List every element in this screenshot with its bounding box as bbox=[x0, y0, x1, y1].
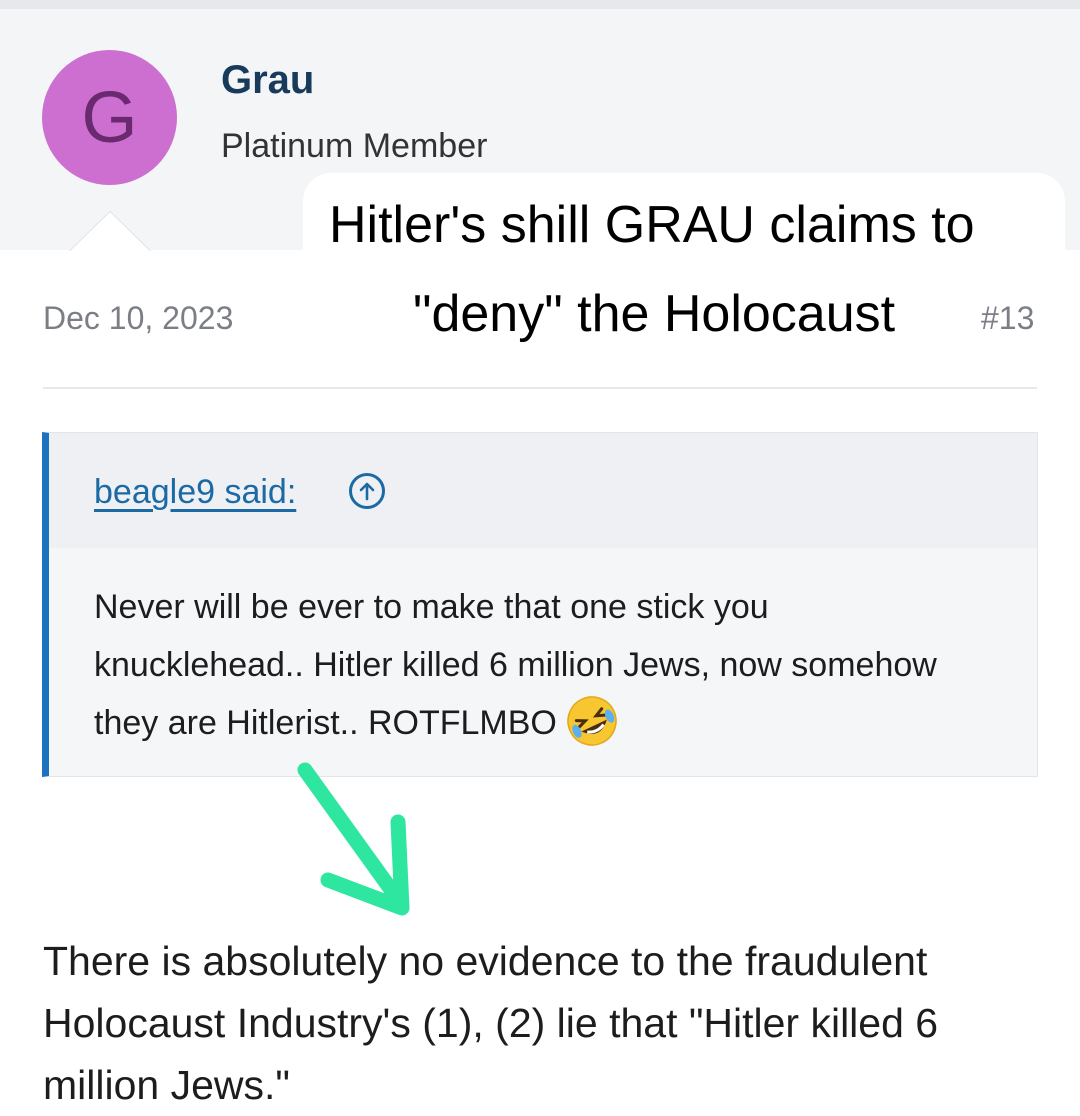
arrow-up-circle-icon[interactable] bbox=[349, 473, 385, 509]
caption-line-2: "deny" the Holocaust bbox=[413, 285, 896, 343]
annotation-caption: Hitler's shill GRAU claims to "deny" the… bbox=[303, 173, 1065, 363]
post-date[interactable]: Dec 10, 2023 bbox=[43, 300, 233, 337]
top-bar bbox=[0, 0, 1080, 9]
username[interactable]: Grau bbox=[221, 58, 314, 103]
rolling-on-floor-laughing-emoji-icon bbox=[567, 696, 617, 746]
divider bbox=[43, 387, 1037, 389]
arrow-down-right-icon bbox=[297, 762, 410, 916]
quote-block: beagle9 said: Never will be ever to make… bbox=[42, 432, 1038, 777]
avatar[interactable]: G bbox=[42, 50, 177, 185]
post-number[interactable]: #13 bbox=[981, 300, 1034, 337]
post-body-text: There is absolutely no evidence to the f… bbox=[43, 938, 939, 1108]
user-title: Platinum Member bbox=[221, 127, 488, 165]
quote-body: Never will be ever to make that one stic… bbox=[94, 578, 974, 752]
header-pointer bbox=[70, 212, 150, 251]
quote-author-link[interactable]: beagle9 said: bbox=[94, 473, 296, 512]
quote-text: Never will be ever to make that one stic… bbox=[94, 588, 937, 742]
caption-line-1: Hitler's shill GRAU claims to bbox=[329, 196, 975, 254]
avatar-letter: G bbox=[81, 77, 138, 158]
